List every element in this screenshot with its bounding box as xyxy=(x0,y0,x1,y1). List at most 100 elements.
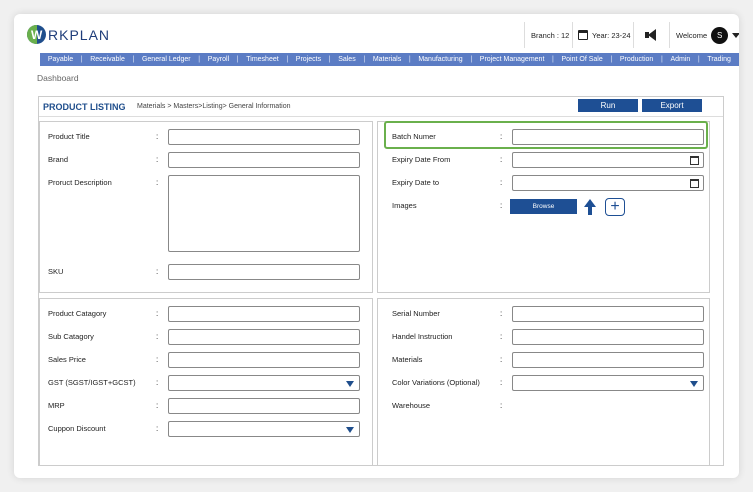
brand-label: Brand xyxy=(48,155,69,164)
menu-item-manufacturing[interactable]: Manufacturing xyxy=(418,56,462,63)
serial-row: Serial Number : xyxy=(392,306,704,322)
colon: : xyxy=(500,178,503,187)
handel-input[interactable] xyxy=(512,329,704,345)
sku-row: SKU : xyxy=(48,264,368,280)
menu-item-timesheet[interactable]: Timesheet xyxy=(246,56,278,63)
coupon-row: Cuppon Discount : xyxy=(48,421,368,437)
expiry-from-label: Expiry Date From xyxy=(392,155,451,164)
menu-item-production[interactable]: Production xyxy=(620,56,653,63)
colon: : xyxy=(500,378,503,387)
batch-input[interactable] xyxy=(512,129,704,145)
chevron-down-icon xyxy=(346,427,354,433)
top-bar: W RKPLAN Branch : 12 Year: 23-24 Welcome… xyxy=(14,14,739,54)
expiry-from-input[interactable] xyxy=(512,152,704,168)
colon: : xyxy=(156,332,159,341)
description-label: Proruct Description xyxy=(48,178,112,187)
colon: : xyxy=(156,355,159,364)
pricing-panel: Product Catagory : Sub Catagory : Sales … xyxy=(39,298,373,466)
card-header: PRODUCT LISTING Materials > Masters>List… xyxy=(39,97,723,117)
sub-category-input[interactable] xyxy=(168,329,360,345)
batch-row: Batch Numer : xyxy=(392,129,704,145)
coupon-select[interactable] xyxy=(168,421,360,437)
menu-item-point-of-sale[interactable]: Point Of Sale xyxy=(562,56,603,63)
divider xyxy=(669,22,670,48)
run-button[interactable]: Run xyxy=(578,99,638,112)
color-label: Color Variations (Optional) xyxy=(392,378,480,387)
divider xyxy=(633,22,634,48)
app-window: W RKPLAN Branch : 12 Year: 23-24 Welcome… xyxy=(14,14,739,478)
expiry-from-row: Expiry Date From : xyxy=(392,152,704,168)
colon: : xyxy=(156,178,159,187)
warehouse-row: Warehouse : xyxy=(392,398,704,414)
welcome-label: Welcome xyxy=(676,30,708,40)
user-menu[interactable]: Welcome S xyxy=(676,24,739,46)
description-textarea[interactable] xyxy=(168,175,360,252)
menu-item-sales[interactable]: Sales xyxy=(338,56,356,63)
branch-indicator[interactable]: Branch : 12 xyxy=(531,24,569,46)
serial-label: Serial Number xyxy=(392,309,440,318)
year-indicator[interactable]: Year: 23-24 xyxy=(578,24,631,46)
sku-input[interactable] xyxy=(168,264,360,280)
chevron-down-icon[interactable] xyxy=(732,32,739,38)
calendar-icon[interactable] xyxy=(690,179,699,188)
mrp-input[interactable] xyxy=(168,398,360,414)
colon: : xyxy=(500,201,503,210)
calendar-icon[interactable] xyxy=(690,156,699,165)
handel-row: Handel Instruction : xyxy=(392,329,704,345)
menu-item-payable[interactable]: Payable xyxy=(48,56,73,63)
menu-item-materials[interactable]: Materials xyxy=(373,56,401,63)
sub-category-row: Sub Catagory : xyxy=(48,329,368,345)
menu-item-admin[interactable]: Admin xyxy=(670,56,690,63)
colon: : xyxy=(156,401,159,410)
brand-input[interactable] xyxy=(168,152,360,168)
gst-label: GST (SGST/IGST+GCST) xyxy=(48,378,136,387)
colon: : xyxy=(156,267,159,276)
inventory-panel: Serial Number : Handel Instruction : Mat… xyxy=(377,298,710,466)
logo-letter: W xyxy=(31,28,43,42)
color-row: Color Variations (Optional) : xyxy=(392,375,704,391)
materials-input[interactable] xyxy=(512,352,704,368)
main-menu: Payable | Receivable | General Ledger | Pay… xyxy=(40,53,739,66)
megaphone-icon xyxy=(645,29,659,41)
colon: : xyxy=(500,401,503,410)
serial-input[interactable] xyxy=(512,306,704,322)
colon: : xyxy=(156,424,159,433)
materials-label: Materials xyxy=(392,355,423,364)
expiry-to-input[interactable] xyxy=(512,175,704,191)
brand-row: Brand : xyxy=(48,152,368,168)
category-label: Product Catagory xyxy=(48,309,107,318)
breadcrumb: Materials > Masters>Listing> General Inf… xyxy=(137,103,291,110)
sub-category-label: Sub Catagory xyxy=(48,332,94,341)
colon: : xyxy=(500,309,503,318)
menu-item-payroll[interactable]: Payroll xyxy=(208,56,229,63)
gst-select[interactable] xyxy=(168,375,360,391)
menu-item-receivable[interactable]: Receivable xyxy=(90,56,125,63)
browse-button[interactable]: Browse xyxy=(510,199,577,214)
warehouse-label: Warehouse xyxy=(392,401,431,410)
colon: : xyxy=(500,355,503,364)
export-button[interactable]: Export xyxy=(642,99,702,112)
page-title: PRODUCT LISTING xyxy=(43,102,126,112)
menu-item-trading[interactable]: Trading xyxy=(707,56,730,63)
menu-item-general-ledger[interactable]: General Ledger xyxy=(142,56,191,63)
add-image-button[interactable]: + xyxy=(605,198,625,216)
colon: : xyxy=(500,132,503,141)
logo-icon: W xyxy=(27,25,46,44)
product-listing-card: PRODUCT LISTING Materials > Masters>List… xyxy=(38,96,724,466)
gst-row: GST (SGST/IGST+GCST) : xyxy=(48,375,368,391)
product-title-input[interactable] xyxy=(168,129,360,145)
breadcrumb-dashboard[interactable]: Dashboard xyxy=(37,73,79,83)
avatar[interactable]: S xyxy=(711,26,729,44)
colon: : xyxy=(500,332,503,341)
divider xyxy=(572,22,573,48)
colon: : xyxy=(500,155,503,164)
coupon-label: Cuppon Discount xyxy=(48,424,106,433)
menu-item-projects[interactable]: Projects xyxy=(296,56,321,63)
menu-item-project-management[interactable]: Project Management xyxy=(480,56,545,63)
upload-arrow-icon[interactable] xyxy=(584,199,596,215)
category-input[interactable] xyxy=(168,306,360,322)
sales-price-input[interactable] xyxy=(168,352,360,368)
branch-label: Branch : 12 xyxy=(531,30,570,40)
color-select[interactable] xyxy=(512,375,704,391)
announcement-button[interactable] xyxy=(645,24,659,46)
